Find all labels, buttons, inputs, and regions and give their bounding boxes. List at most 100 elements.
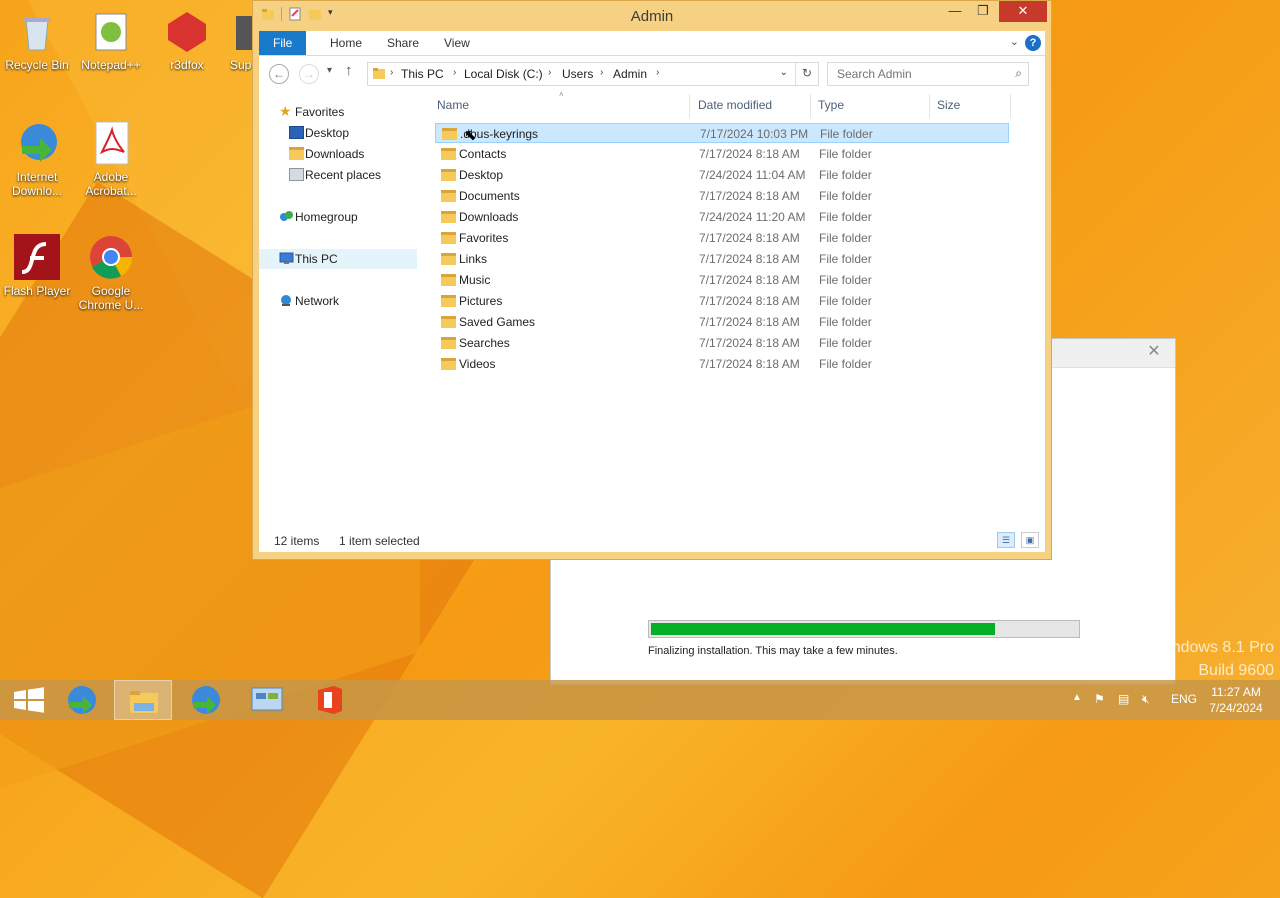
tab-home[interactable]: Home	[316, 31, 376, 55]
installer-progress-bar	[648, 620, 1080, 638]
refresh-icon[interactable]: ↻	[795, 63, 818, 85]
minimize-button[interactable]: —	[941, 1, 969, 22]
up-arrow-icon[interactable]: ↑	[345, 62, 353, 79]
progress-fill	[651, 623, 995, 635]
chevron-right-icon[interactable]: ›	[548, 67, 551, 78]
windows-watermark: Windows 8.1 Pro Build 9600	[1153, 636, 1274, 682]
network-status-icon[interactable]: ▤	[1118, 692, 1129, 706]
nav-label: Downloads	[305, 147, 365, 161]
taskbar-idm[interactable]	[52, 680, 110, 720]
file-row[interactable]: Favorites 7/17/2024 8:18 AM File folder	[435, 228, 1009, 248]
search-input[interactable]	[835, 66, 1009, 82]
file-row[interactable]: .dbus-keyrings 7/17/2024 10:03 PM File fol…	[435, 123, 1009, 144]
column-header-date[interactable]: Date modified	[698, 98, 772, 112]
taskbar-office[interactable]	[300, 680, 358, 720]
star-icon: ★	[279, 103, 292, 119]
folder-icon	[372, 67, 386, 83]
start-button[interactable]	[0, 680, 58, 720]
tab-file[interactable]: File	[259, 31, 307, 55]
recent-locations-icon[interactable]: ▾	[327, 65, 332, 76]
forward-button[interactable]: →	[299, 64, 319, 84]
large-icons-view-icon[interactable]: ▣	[1021, 532, 1039, 548]
recycle-bin-icon	[14, 8, 60, 54]
maximize-button[interactable]: ❐	[969, 1, 997, 22]
breadcrumb-this-pc[interactable]: This PC	[401, 67, 444, 81]
breadcrumb-local-disk[interactable]: Local Disk (C:)	[464, 67, 543, 81]
volume-muted-icon[interactable]: 🔇︎	[1142, 692, 1150, 707]
taskbar-control-panel[interactable]	[238, 680, 296, 720]
file-name: Contacts	[459, 147, 507, 161]
nav-downloads[interactable]: Downloads	[259, 144, 417, 164]
details-view-icon[interactable]: ☰	[997, 532, 1015, 548]
back-button[interactable]: ←	[269, 64, 289, 84]
ribbon-tabs: File Home Share View ⌄ ?	[259, 31, 1045, 56]
desktop-icon-chrome[interactable]: Google Chrome U...	[74, 234, 148, 312]
desktop-icon-notepadpp[interactable]: Notepad++	[74, 8, 148, 72]
close-icon[interactable]: ✕	[1143, 343, 1165, 361]
nav-this-pc[interactable]: This PC	[259, 249, 417, 269]
chrome-icon	[88, 234, 134, 280]
titlebar: ▾ Admin — ❐ ✕	[253, 1, 1051, 31]
folder-icon	[441, 253, 456, 265]
column-header-name[interactable]: Name	[437, 98, 469, 112]
file-row[interactable]: Pictures 7/17/2024 8:18 AM File folder	[435, 291, 1009, 311]
chevron-right-icon[interactable]: ›	[390, 67, 393, 78]
folder-icon	[441, 148, 456, 160]
file-row[interactable]: Contacts 7/17/2024 8:18 AM File folder	[435, 144, 1009, 164]
file-row[interactable]: Desktop 7/24/2024 11:04 AM File folder	[435, 165, 1009, 185]
file-row[interactable]: Links 7/17/2024 8:18 AM File folder	[435, 249, 1009, 269]
system-clock[interactable]: 11:27 AM 7/24/2024	[1200, 684, 1272, 716]
desktop-icon-recycle-bin[interactable]: Recycle Bin	[0, 8, 74, 72]
nav-favorites[interactable]: ★ Favorites	[259, 102, 417, 122]
tab-share[interactable]: Share	[373, 31, 433, 55]
desktop-icon-flash[interactable]: Flash Player	[0, 234, 74, 298]
nav-recent-places[interactable]: Recent places	[259, 165, 417, 185]
breadcrumb-users[interactable]: Users	[562, 67, 593, 81]
notepadpp-icon	[88, 8, 134, 54]
breadcrumb-admin[interactable]: Admin	[613, 67, 647, 81]
search-icon[interactable]: ⌕	[1015, 66, 1022, 81]
address-bar[interactable]: › This PC › Local Disk (C:) › Users › Ad…	[367, 62, 819, 86]
app-icon	[222, 8, 252, 54]
nav-desktop[interactable]: Desktop	[259, 123, 417, 143]
desktop-icon-label: r3dfox	[170, 58, 204, 72]
chevron-right-icon[interactable]: ›	[453, 67, 456, 78]
chevron-right-icon[interactable]: ›	[600, 67, 603, 78]
file-row[interactable]: Music 7/17/2024 8:18 AM File folder	[435, 270, 1009, 290]
tab-view[interactable]: View	[430, 31, 484, 55]
search-box[interactable]: ⌕	[827, 62, 1029, 86]
close-button[interactable]: ✕	[999, 1, 1047, 22]
desktop-icon-label: Notepad++	[81, 58, 141, 72]
sort-ascending-icon: ˄	[559, 90, 564, 99]
input-language[interactable]: ENG	[1171, 692, 1197, 706]
file-type: File folder	[819, 231, 872, 245]
nav-homegroup[interactable]: Homegroup	[259, 207, 417, 227]
status-bar: 12 items 1 item selected ☰ ▣	[259, 530, 1045, 552]
file-row[interactable]: Downloads 7/24/2024 11:20 AM File folder	[435, 207, 1009, 227]
column-divider[interactable]	[929, 94, 930, 118]
desktop-icon-idm[interactable]: Internet Downlo...	[0, 120, 74, 198]
taskbar-file-explorer[interactable]	[114, 680, 172, 720]
help-icon[interactable]: ?	[1025, 35, 1041, 51]
column-header-size[interactable]: Size	[937, 98, 960, 112]
expand-ribbon-icon[interactable]: ⌄	[1010, 35, 1019, 48]
chevron-right-icon[interactable]: ›	[656, 67, 659, 78]
column-divider[interactable]	[810, 94, 811, 118]
action-center-flag-icon[interactable]: ⚑	[1094, 692, 1105, 706]
desktop-icon-r3dfox[interactable]: r3dfox	[150, 8, 224, 72]
column-header-type[interactable]: Type	[818, 98, 844, 112]
desktop-icon-adobe[interactable]: Adobe Acrobat...	[74, 120, 148, 198]
column-divider[interactable]	[689, 94, 690, 118]
file-type: File folder	[819, 168, 872, 182]
file-row[interactable]: Saved Games 7/17/2024 8:18 AM File folder	[435, 312, 1009, 332]
nav-network[interactable]: Network	[259, 291, 417, 311]
chevron-down-icon[interactable]: ⌄	[780, 67, 788, 78]
show-hidden-icons[interactable]: ▲	[1072, 692, 1082, 703]
column-divider[interactable]	[1010, 94, 1011, 118]
file-name: Downloads	[459, 210, 519, 224]
file-row[interactable]: Documents 7/17/2024 8:18 AM File folder	[435, 186, 1009, 206]
file-row[interactable]: Searches 7/17/2024 8:18 AM File folder	[435, 333, 1009, 353]
file-row[interactable]: Videos 7/17/2024 8:18 AM File folder	[435, 354, 1009, 374]
desktop-icon-sup[interactable]: Sup	[222, 8, 252, 72]
taskbar-idm-2[interactable]	[176, 680, 234, 720]
